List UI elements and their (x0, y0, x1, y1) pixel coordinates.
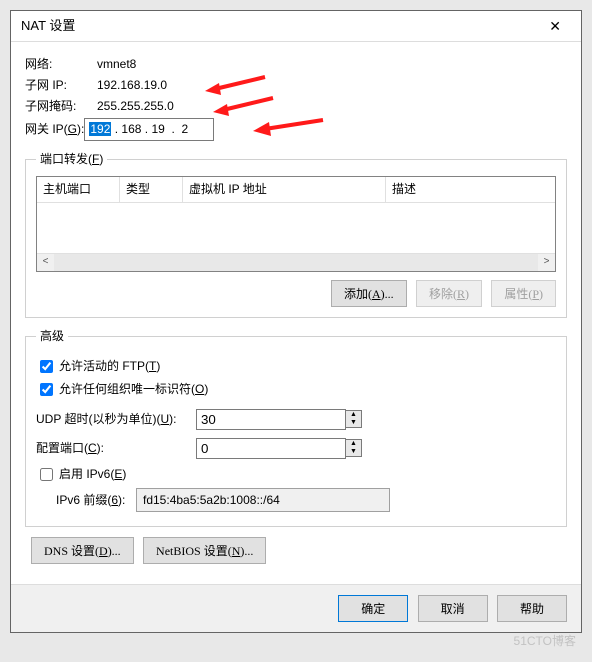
ok-button[interactable]: 确定 (338, 595, 408, 622)
subnet-mask-label: 子网掩码: (25, 98, 93, 115)
gateway-label: 网关 IP(G): (25, 121, 84, 138)
udp-timeout-label: UDP 超时(以秒为单位)(U): (36, 411, 196, 428)
scroll-right-icon[interactable]: > (538, 255, 555, 269)
subnet-mask-value: 255.255.255.0 (97, 98, 174, 115)
port-forwarding-legend: 端口转发(F) (36, 151, 107, 168)
network-value: vmnet8 (97, 56, 136, 73)
add-button[interactable]: 添加(A)... (331, 280, 407, 307)
gateway-ip-input[interactable]: 192 . 168 . 19 . 2 (84, 118, 214, 141)
annotation-arrow-icon (253, 114, 333, 138)
scroll-left-icon[interactable]: < (37, 255, 54, 269)
close-icon[interactable]: ✕ (539, 11, 571, 41)
config-port-stepper[interactable]: ▲▼ (196, 438, 362, 459)
config-port-label: 配置端口(C): (36, 440, 196, 457)
network-label: 网络: (25, 56, 93, 73)
annotation-arrow-icon (213, 94, 283, 118)
chevron-down-icon[interactable]: ▼ (346, 419, 361, 427)
allow-active-ftp-checkbox[interactable]: 允许活动的 FTP(T) (36, 357, 556, 376)
annotation-arrow-icon (205, 73, 275, 97)
ipv6-prefix-label: IPv6 前缀(6): (56, 492, 136, 509)
remove-button: 移除(R) (416, 280, 482, 307)
chevron-up-icon[interactable]: ▲ (346, 440, 361, 448)
nat-settings-dialog: NAT 设置 ✕ 网络: vmnet8 子网 IP: 192.168.19.0 … (10, 10, 582, 633)
horizontal-scrollbar[interactable]: < > (37, 253, 555, 271)
col-vm-ip[interactable]: 虚拟机 IP 地址 (183, 177, 386, 202)
chevron-down-icon[interactable]: ▼ (346, 448, 361, 456)
advanced-group: 高级 允许活动的 FTP(T) 允许任何组织唯一标识符(O) UDP 超时(以秒… (25, 328, 567, 528)
table-body-empty (37, 203, 555, 253)
window-title: NAT 设置 (21, 11, 75, 41)
ipv6-prefix-value: fd15:4ba5:5a2b:1008::/64 (136, 488, 390, 513)
watermark: 51CTO博客 (514, 633, 576, 650)
dns-settings-button[interactable]: DNS 设置(D)... (31, 537, 134, 564)
col-type[interactable]: 类型 (120, 177, 183, 202)
subnet-ip-label: 子网 IP: (25, 77, 93, 94)
port-forwarding-group: 端口转发(F) 主机端口 类型 虚拟机 IP 地址 描述 < > 添加(A)..… (25, 151, 567, 318)
titlebar: NAT 设置 ✕ (11, 11, 581, 42)
col-description[interactable]: 描述 (386, 177, 555, 202)
help-button[interactable]: 帮助 (497, 595, 567, 622)
cancel-button[interactable]: 取消 (418, 595, 488, 622)
properties-button: 属性(P) (491, 280, 556, 307)
chevron-up-icon[interactable]: ▲ (346, 411, 361, 419)
subnet-ip-value: 192.168.19.0 (97, 77, 167, 94)
enable-ipv6-checkbox[interactable]: 启用 IPv6(E) (36, 465, 556, 484)
netbios-settings-button[interactable]: NetBIOS 设置(N)... (143, 537, 266, 564)
advanced-legend: 高级 (36, 328, 68, 345)
allow-any-oui-checkbox[interactable]: 允许任何组织唯一标识符(O) (36, 380, 556, 399)
udp-timeout-stepper[interactable]: ▲▼ (196, 409, 362, 430)
port-forwarding-table[interactable]: 主机端口 类型 虚拟机 IP 地址 描述 < > (36, 176, 556, 272)
col-host-port[interactable]: 主机端口 (37, 177, 120, 202)
